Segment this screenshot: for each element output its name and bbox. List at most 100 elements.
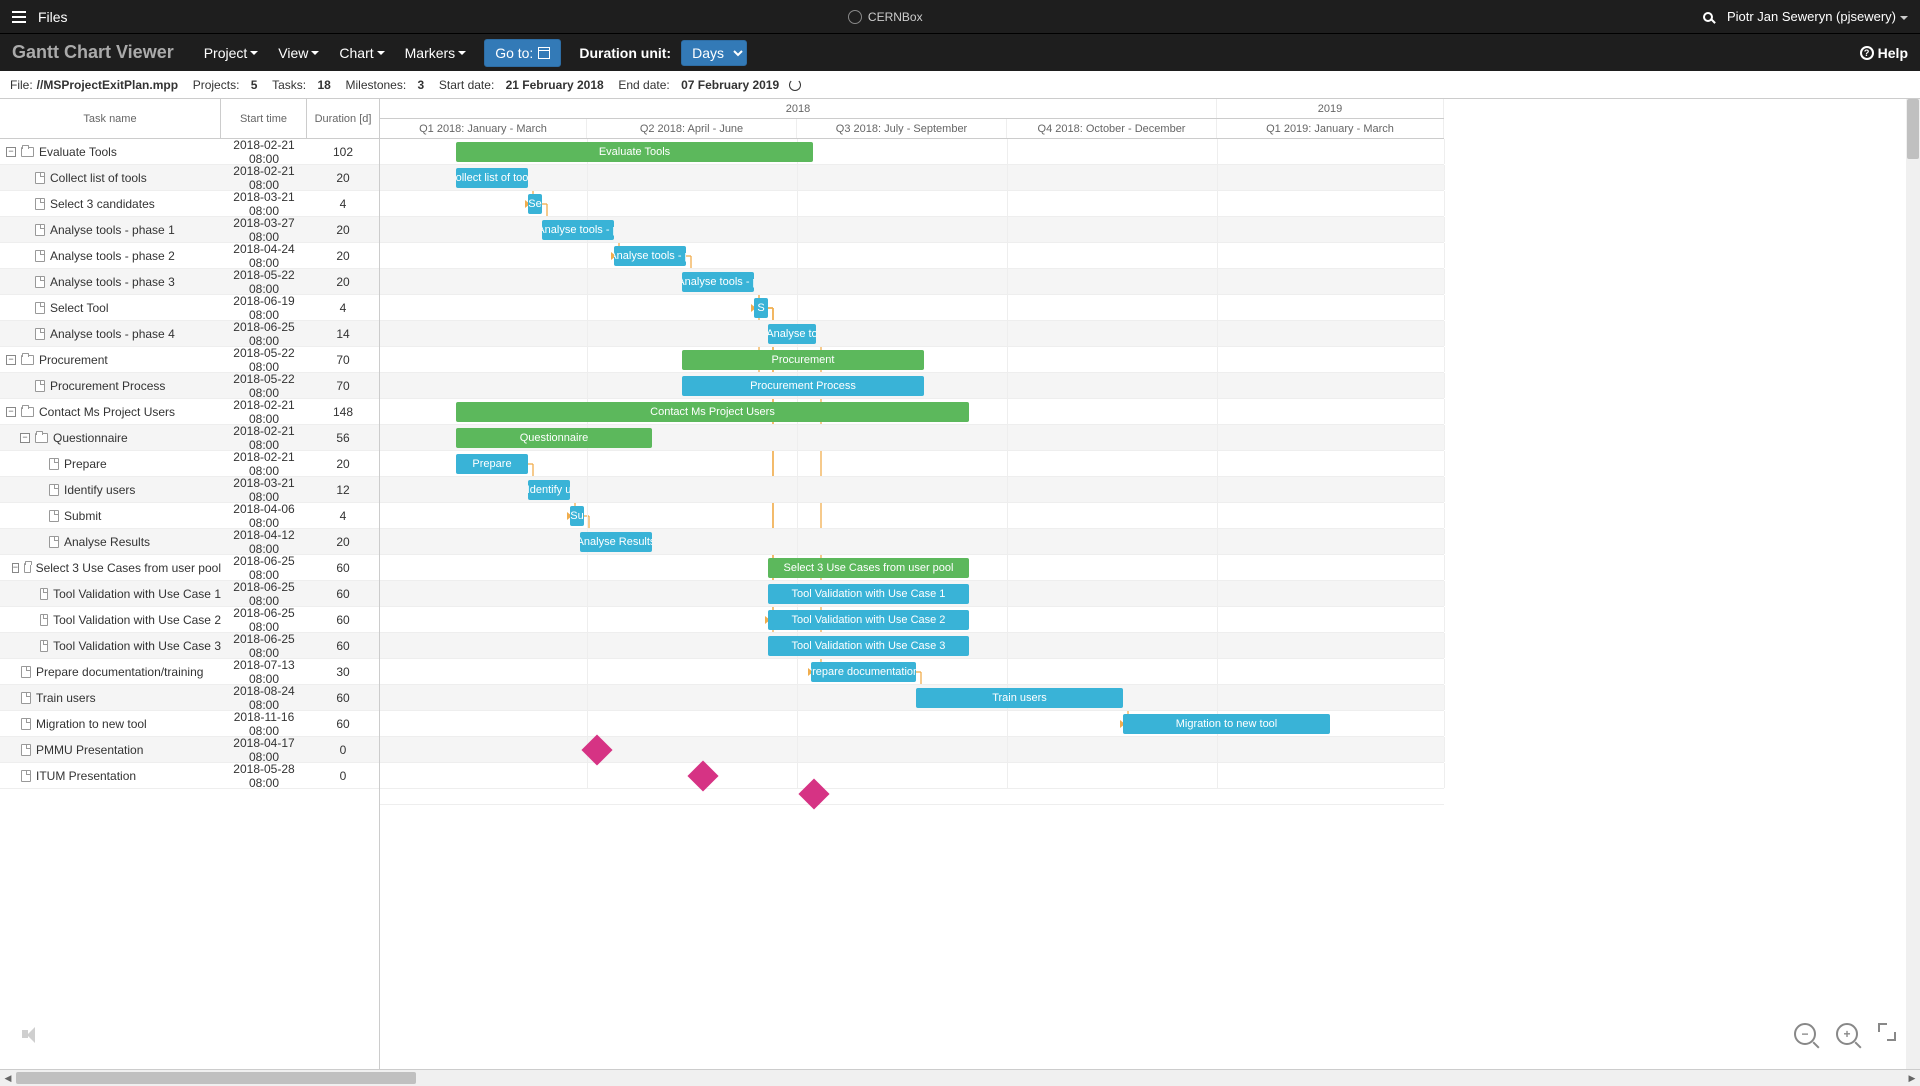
help-button[interactable]: ?Help <box>1860 45 1908 61</box>
user-menu[interactable]: Piotr Jan Seweryn (pjsewery) <box>1727 9 1908 24</box>
task-start: 2018-06-19 08:00 <box>221 294 307 322</box>
task-name: Procurement <box>39 353 108 367</box>
table-row[interactable]: Prepare documentation/training2018-07-13… <box>0 659 379 685</box>
table-row[interactable]: Tool Validation with Use Case 32018-06-2… <box>0 633 379 659</box>
table-row[interactable]: Identify users2018-03-21 08:0012 <box>0 477 379 503</box>
gantt-bar[interactable]: Procurement <box>682 350 924 370</box>
collapse-icon[interactable]: − <box>6 355 16 365</box>
gantt-row: Prepare <box>380 451 1444 477</box>
menu-project[interactable]: Project <box>194 39 269 67</box>
table-row[interactable]: −Procurement2018-05-22 08:0070 <box>0 347 379 373</box>
table-row[interactable]: Analyse tools - phase 42018-06-25 08:001… <box>0 321 379 347</box>
menu-view[interactable]: View <box>268 39 329 67</box>
gantt-bar[interactable]: Prepare <box>456 454 528 474</box>
gantt-bar[interactable]: Identify u <box>528 480 570 500</box>
task-start: 2018-05-22 08:00 <box>221 346 307 374</box>
gantt-bar[interactable]: Procurement Process <box>682 376 924 396</box>
gantt-bar[interactable]: Analyse to <box>768 324 816 344</box>
table-row[interactable]: −Select 3 Use Cases from user pool2018-0… <box>0 555 379 581</box>
zoom-out-button[interactable]: − <box>1794 1023 1816 1045</box>
gantt-bar[interactable]: Se <box>528 194 542 214</box>
table-row[interactable]: Analyse tools - phase 22018-04-24 08:002… <box>0 243 379 269</box>
table-row[interactable]: ITUM Presentation2018-05-28 08:000 <box>0 763 379 789</box>
collapse-icon[interactable]: − <box>6 147 16 157</box>
gantt-bar[interactable]: Tool Validation with Use Case 3 <box>768 636 969 656</box>
table-row[interactable]: Migration to new tool2018-11-16 08:0060 <box>0 711 379 737</box>
gantt-bar[interactable]: Analyse tools - p <box>614 246 686 266</box>
task-start: 2018-03-27 08:00 <box>221 216 307 244</box>
table-row[interactable]: Tool Validation with Use Case 12018-06-2… <box>0 581 379 607</box>
refresh-icon[interactable] <box>789 79 801 91</box>
timeline-quarter: Q2 2018: April - June <box>587 119 797 138</box>
gantt-bar[interactable]: Tool Validation with Use Case 1 <box>768 584 969 604</box>
gantt-panel[interactable]: 20182019 Q1 2018: January - MarchQ2 2018… <box>380 99 1906 1069</box>
app-title: Gantt Chart Viewer <box>12 42 174 63</box>
search-icon[interactable] <box>1703 12 1713 22</box>
goto-button[interactable]: Go to: <box>484 39 561 67</box>
table-row[interactable]: Procurement Process2018-05-22 08:0070 <box>0 373 379 399</box>
menu-icon[interactable] <box>12 11 26 23</box>
table-row[interactable]: −Questionnaire2018-02-21 08:0056 <box>0 425 379 451</box>
collapse-icon[interactable]: − <box>12 563 19 573</box>
table-row[interactable]: PMMU Presentation2018-04-17 08:000 <box>0 737 379 763</box>
gantt-bar[interactable]: Train users <box>916 688 1123 708</box>
gantt-bar[interactable]: Evaluate Tools <box>456 142 813 162</box>
gantt-bar[interactable]: Analyse tools - p <box>682 272 754 292</box>
task-name: Prepare <box>64 457 107 471</box>
fullscreen-button[interactable] <box>1878 1023 1896 1041</box>
table-row[interactable]: Select Tool2018-06-19 08:004 <box>0 295 379 321</box>
table-row[interactable]: Select 3 candidates2018-03-21 08:004 <box>0 191 379 217</box>
table-row[interactable]: Prepare2018-02-21 08:0020 <box>0 451 379 477</box>
table-row[interactable]: Train users2018-08-24 08:0060 <box>0 685 379 711</box>
gantt-bar[interactable]: Analyse tools - p <box>542 220 614 240</box>
table-row[interactable]: Submit2018-04-06 08:004 <box>0 503 379 529</box>
table-row[interactable]: −Evaluate Tools2018-02-21 08:00102 <box>0 139 379 165</box>
gantt-bar[interactable]: S <box>754 298 768 318</box>
table-row[interactable]: −Contact Ms Project Users2018-02-21 08:0… <box>0 399 379 425</box>
table-row[interactable]: Analyse Results2018-04-12 08:0020 <box>0 529 379 555</box>
speaker-icon <box>22 1025 42 1045</box>
table-row[interactable]: Analyse tools - phase 12018-03-27 08:002… <box>0 217 379 243</box>
task-duration: 102 <box>307 145 379 159</box>
gantt-row: Select 3 Use Cases from user pool <box>380 555 1444 581</box>
col-start-time[interactable]: Start time <box>221 99 307 138</box>
menu-chart[interactable]: Chart <box>329 39 394 67</box>
gantt-bar[interactable]: Analyse Results <box>580 532 652 552</box>
task-name: Select 3 Use Cases from user pool <box>36 561 221 575</box>
gantt-bar[interactable]: Tool Validation with Use Case 2 <box>768 610 969 630</box>
table-row[interactable]: Analyse tools - phase 32018-05-22 08:002… <box>0 269 379 295</box>
zoom-in-button[interactable]: + <box>1836 1023 1858 1045</box>
duration-select[interactable]: Days <box>681 40 747 66</box>
gantt-row: Su <box>380 503 1444 529</box>
gantt-row: Analyse Results <box>380 529 1444 555</box>
gantt-bar[interactable]: Su <box>570 506 584 526</box>
table-row[interactable]: Tool Validation with Use Case 22018-06-2… <box>0 607 379 633</box>
table-row[interactable]: Collect list of tools2018-02-21 08:0020 <box>0 165 379 191</box>
scroll-left-icon[interactable]: ◀ <box>0 1070 16 1086</box>
task-name: Train users <box>36 691 96 705</box>
task-duration: 0 <box>307 769 379 783</box>
gantt-row: Train users <box>380 685 1444 711</box>
gantt-row: Se <box>380 191 1444 217</box>
gantt-bar[interactable]: Migration to new tool <box>1123 714 1330 734</box>
gantt-bar[interactable]: Prepare documentation/ <box>811 662 916 682</box>
gantt-bar[interactable]: Questionnaire <box>456 428 652 448</box>
folder-icon <box>21 407 34 417</box>
collapse-icon[interactable]: − <box>6 407 16 417</box>
scroll-right-icon[interactable]: ▶ <box>1904 1070 1920 1086</box>
gantt-bar[interactable]: Contact Ms Project Users <box>456 402 969 422</box>
collapse-icon[interactable]: − <box>20 433 30 443</box>
task-duration: 20 <box>307 223 379 237</box>
col-duration[interactable]: Duration [d] <box>307 99 379 138</box>
gantt-bar[interactable]: Collect list of tools <box>456 168 528 188</box>
file-icon <box>35 198 45 210</box>
col-task-name[interactable]: Task name <box>0 99 221 138</box>
horizontal-scrollbar[interactable]: ◀ ▶ <box>0 1070 1920 1086</box>
vertical-scrollbar[interactable] <box>1906 99 1920 1069</box>
gantt-bar[interactable]: Select 3 Use Cases from user pool <box>768 558 969 578</box>
file-icon <box>35 224 45 236</box>
milestone-marker[interactable] <box>687 760 718 791</box>
menu-markers[interactable]: Markers <box>395 39 477 67</box>
files-label[interactable]: Files <box>38 9 68 25</box>
file-icon <box>49 458 59 470</box>
